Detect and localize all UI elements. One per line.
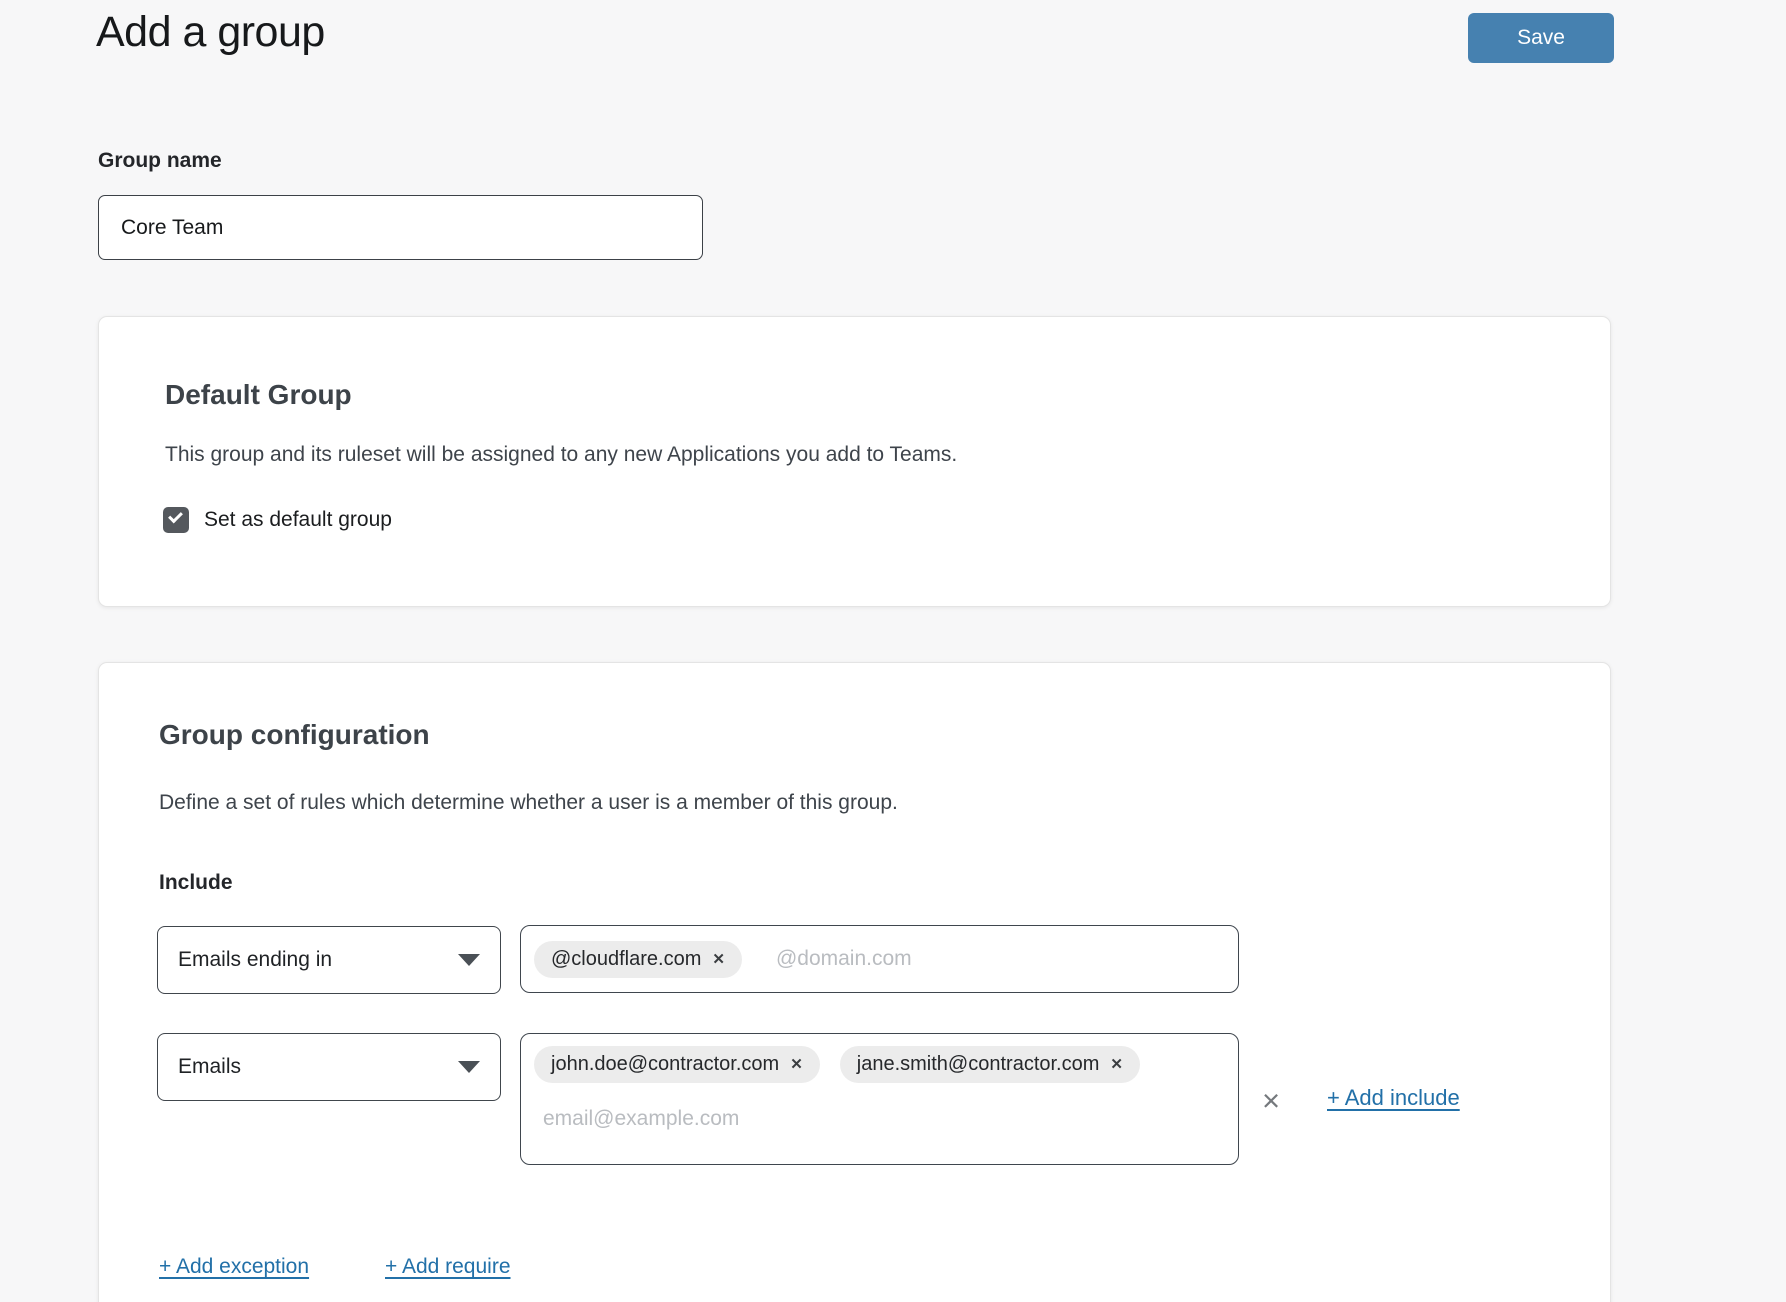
- email-chip: jane.smith@contractor.com ✕: [840, 1046, 1140, 1083]
- chip-text: john.doe@contractor.com: [551, 1053, 779, 1076]
- rule-2-placeholder-line: email@example.com: [534, 1107, 1225, 1131]
- remove-rule-icon[interactable]: ×: [1251, 1081, 1291, 1121]
- add-exception-link[interactable]: + Add exception: [159, 1255, 309, 1279]
- group-configuration-title: Group configuration: [159, 719, 430, 751]
- rule-1-placeholder: @domain.com: [776, 947, 912, 971]
- default-group-card: Default Group This group and its ruleset…: [98, 316, 1611, 607]
- email-chip: john.doe@contractor.com ✕: [534, 1046, 820, 1083]
- rule-2-placeholder: email@example.com: [543, 1107, 739, 1130]
- page-title: Add a group: [96, 8, 325, 57]
- email-domain-chip: @cloudflare.com ✕: [534, 941, 742, 978]
- set-default-group-checkbox-row[interactable]: Set as default group: [163, 507, 392, 533]
- rule-2-selector-value: Emails: [178, 1055, 458, 1079]
- checkbox-checked-icon[interactable]: [163, 507, 189, 533]
- chip-remove-icon[interactable]: ✕: [712, 952, 725, 967]
- chip-text: jane.smith@contractor.com: [857, 1053, 1100, 1076]
- include-label: Include: [159, 871, 233, 895]
- rule-2-chips-line: john.doe@contractor.com ✕ jane.smith@con…: [534, 1046, 1225, 1083]
- chevron-down-icon: [458, 954, 480, 966]
- chip-remove-icon[interactable]: ✕: [790, 1057, 803, 1072]
- checkmark-icon: [168, 509, 183, 524]
- group-configuration-description: Define a set of rules which determine wh…: [159, 791, 898, 815]
- add-require-link[interactable]: + Add require: [385, 1255, 511, 1279]
- group-name-input[interactable]: [98, 195, 703, 260]
- group-configuration-card: Group configuration Define a set of rule…: [98, 662, 1611, 1302]
- default-group-description: This group and its ruleset will be assig…: [165, 443, 957, 467]
- chip-text: @cloudflare.com: [551, 948, 701, 971]
- add-group-page: Add a group Save Group name Default Grou…: [0, 0, 1786, 1302]
- rule-1-value-input[interactable]: @cloudflare.com ✕ @domain.com: [520, 925, 1239, 993]
- rule-1-selector-value: Emails ending in: [178, 948, 458, 972]
- default-group-title: Default Group: [165, 379, 352, 411]
- set-default-group-label: Set as default group: [204, 508, 392, 532]
- group-name-label: Group name: [98, 149, 222, 173]
- save-button[interactable]: Save: [1468, 13, 1614, 63]
- rule-2-value-input[interactable]: john.doe@contractor.com ✕ jane.smith@con…: [520, 1033, 1239, 1165]
- add-include-link[interactable]: + Add include: [1327, 1085, 1460, 1111]
- chevron-down-icon: [458, 1061, 480, 1073]
- rule-2-selector-dropdown[interactable]: Emails: [157, 1033, 501, 1101]
- chip-remove-icon[interactable]: ✕: [1110, 1057, 1123, 1072]
- rule-1-selector-dropdown[interactable]: Emails ending in: [157, 926, 501, 994]
